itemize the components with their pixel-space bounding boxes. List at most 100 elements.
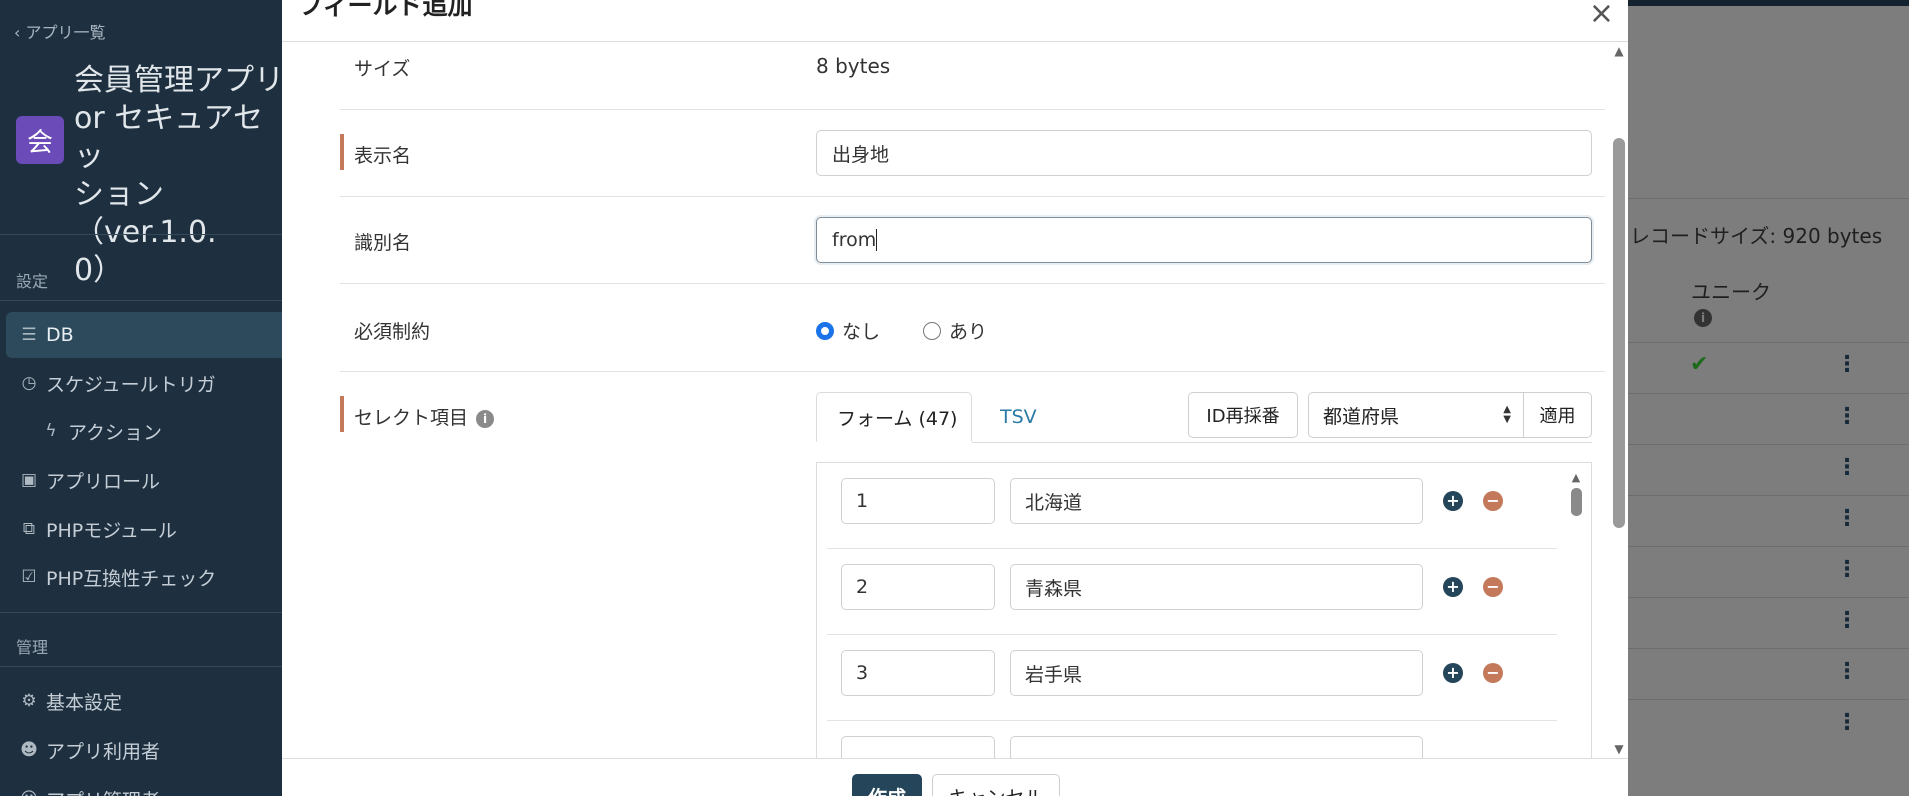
apply-button[interactable]: 適用 [1523, 392, 1592, 438]
minus-circle-icon[interactable]: − [1483, 577, 1503, 597]
size-value: 8 bytes [816, 54, 891, 78]
kebab-menu-icon[interactable]: ⋮ [1836, 506, 1858, 531]
kebab-menu-icon[interactable]: ⋮ [1836, 404, 1858, 429]
scroll-up-icon[interactable]: ▲ [1569, 471, 1583, 484]
plus-circle-icon[interactable]: + [1443, 491, 1463, 511]
scroll-up-icon[interactable]: ▲ [1611, 44, 1627, 58]
scroll-down-icon[interactable]: ▼ [1611, 742, 1627, 756]
modal-body[interactable]: サイズ 8 bytes 表示名 出身地 識別名 from 必須制約 なし あり … [282, 42, 1628, 758]
sidebar-divider [0, 612, 282, 613]
cubes-icon: ⧉ [22, 519, 36, 539]
option-name-input[interactable]: 青森県 [1010, 564, 1423, 610]
identifier-input[interactable]: from [816, 217, 1592, 263]
required-none-radio[interactable]: なし [816, 317, 880, 344]
kebab-menu-icon[interactable]: ⋮ [1836, 608, 1858, 633]
sidebar-item-app-users[interactable]: ☻ アプリ利用者 [6, 727, 282, 773]
table-row-divider [1628, 546, 1909, 547]
kebab-menu-icon[interactable]: ⋮ [1836, 659, 1858, 684]
option-name-input[interactable]: 岩手県 [1010, 650, 1423, 696]
check-square-icon: ☑ [21, 567, 37, 587]
radio-label: なし [842, 321, 881, 343]
sidebar-item-php-compat[interactable]: ☑ PHP互換性チェック [6, 554, 282, 600]
required-marker [340, 134, 344, 170]
renumber-id-button[interactable]: ID再採番 [1188, 392, 1298, 438]
scrollbar-thumb[interactable] [1613, 138, 1625, 528]
list-item: 2 青森県 + − [827, 549, 1557, 635]
sidebar-item-label: PHP互換性チェック [46, 567, 217, 590]
required-yes-radio[interactable]: あり [923, 317, 987, 344]
kebab-menu-icon[interactable]: ⋮ [1836, 710, 1858, 735]
sidebar-item-schedule-trigger[interactable]: ◷ スケジュールトリガ [6, 360, 282, 406]
required-marker [340, 396, 344, 432]
option-id-input[interactable]: 2 [841, 564, 995, 610]
sidebar-item-app-role[interactable]: ▣ アプリロール [6, 457, 282, 503]
sidebar-item-label: DB [46, 324, 74, 346]
select-items-text: セレクト項目 [354, 407, 469, 429]
list-item [827, 721, 1557, 758]
divider [1628, 198, 1909, 199]
create-button[interactable]: 作成 [852, 774, 922, 796]
options-list[interactable]: 1 北海道 + − 2 青森県 + − 3 岩手県 + − ▲ [816, 462, 1592, 758]
gear-icon: ⚙ [21, 691, 37, 711]
sidebar-item-label: アクション [68, 421, 163, 444]
table-row-divider [1628, 444, 1909, 445]
radio-checked-icon [816, 321, 834, 340]
info-icon[interactable]: i [476, 410, 495, 428]
minus-circle-icon[interactable]: − [1483, 491, 1503, 511]
kebab-menu-icon[interactable]: ⋮ [1836, 352, 1858, 377]
kebab-menu-icon[interactable]: ⋮ [1836, 455, 1858, 480]
cancel-button[interactable]: キャンセル [932, 774, 1060, 796]
radio-unchecked-icon [923, 321, 941, 340]
unique-column-header: ユニーク [1691, 280, 1771, 304]
plus-circle-icon[interactable]: + [1443, 663, 1463, 683]
sort-arrows-icon: ▲ ▼ [1503, 404, 1511, 425]
background-record-size: レコードサイズ: 920 bytes [1630, 224, 1883, 248]
list-item: 1 北海道 + − [827, 463, 1557, 549]
table-row-divider [1628, 342, 1909, 343]
options-scrollbar[interactable]: ▲ [1569, 471, 1583, 758]
sidebar-item-app-admins[interactable]: ☺ アプリ管理者 [6, 776, 282, 796]
preset-select[interactable]: 都道府県 ▲ ▼ [1308, 392, 1524, 438]
sidebar-item-label: アプリ管理者 [46, 786, 160, 796]
sidebar-item-basic-settings[interactable]: ⚙ 基本設定 [6, 678, 282, 724]
id-badge-icon: ▣ [20, 470, 38, 490]
user-shield-icon: ☺ [18, 789, 40, 796]
sidebar-item-php-module[interactable]: ⧉ PHPモジュール [6, 506, 282, 552]
preset-select-value: 都道府県 [1323, 405, 1400, 428]
kebab-menu-icon[interactable]: ⋮ [1836, 557, 1858, 582]
table-row-divider [1628, 393, 1909, 394]
scrollbar-thumb[interactable] [1570, 488, 1582, 516]
info-icon: i [1694, 309, 1712, 327]
sidebar-item-label: 基本設定 [46, 691, 123, 714]
sidebar-item-action[interactable]: ϟ アクション [6, 408, 282, 454]
plus-circle-icon[interactable]: + [1443, 577, 1463, 597]
option-id-input[interactable] [841, 736, 995, 758]
back-to-app-list-link[interactable]: ‹ アプリ一覧 [14, 19, 106, 43]
option-id-input[interactable]: 3 [841, 650, 995, 696]
clock-icon: ◷ [21, 373, 37, 393]
select-items-label: セレクト項目 i [354, 403, 495, 430]
select-items-row: セレクト項目 i フォーム (47) TSV ID再採番 都道府県 ▲ ▼ 適用 1 … [340, 372, 1605, 758]
modal-title: フィールド追加 [298, 0, 473, 20]
modal-scrollbar[interactable]: ▲ ▼ [1611, 44, 1627, 756]
minus-circle-icon[interactable]: − [1483, 663, 1503, 683]
bolt-icon: ϟ [45, 421, 57, 441]
option-name-input[interactable] [1010, 736, 1423, 758]
sidebar-divider [0, 234, 282, 235]
radio-label: あり [949, 321, 988, 343]
sidebar-item-label: アプリ利用者 [46, 740, 161, 763]
table-row-divider [1628, 495, 1909, 496]
tab-tsv[interactable]: TSV [980, 392, 1057, 442]
required-row: 必須制約 なし あり [340, 284, 1605, 372]
option-name-input[interactable]: 北海道 [1010, 478, 1423, 524]
sidebar-item-db[interactable]: ☰ DB [6, 312, 282, 358]
option-id-input[interactable]: 1 [841, 478, 995, 524]
text-cursor [876, 229, 878, 251]
tabs-divider [972, 442, 1592, 443]
app-name: 会員管理アプリ or セキュアセッ ション（ver.1.0. 0） [74, 63, 284, 288]
tab-form[interactable]: フォーム (47) [816, 392, 972, 442]
check-icon: ✔ [1690, 352, 1709, 377]
display-name-input[interactable]: 出身地 [816, 130, 1592, 176]
close-icon[interactable]: × [1589, 0, 1614, 31]
display-name-row: 表示名 出身地 [340, 110, 1605, 197]
